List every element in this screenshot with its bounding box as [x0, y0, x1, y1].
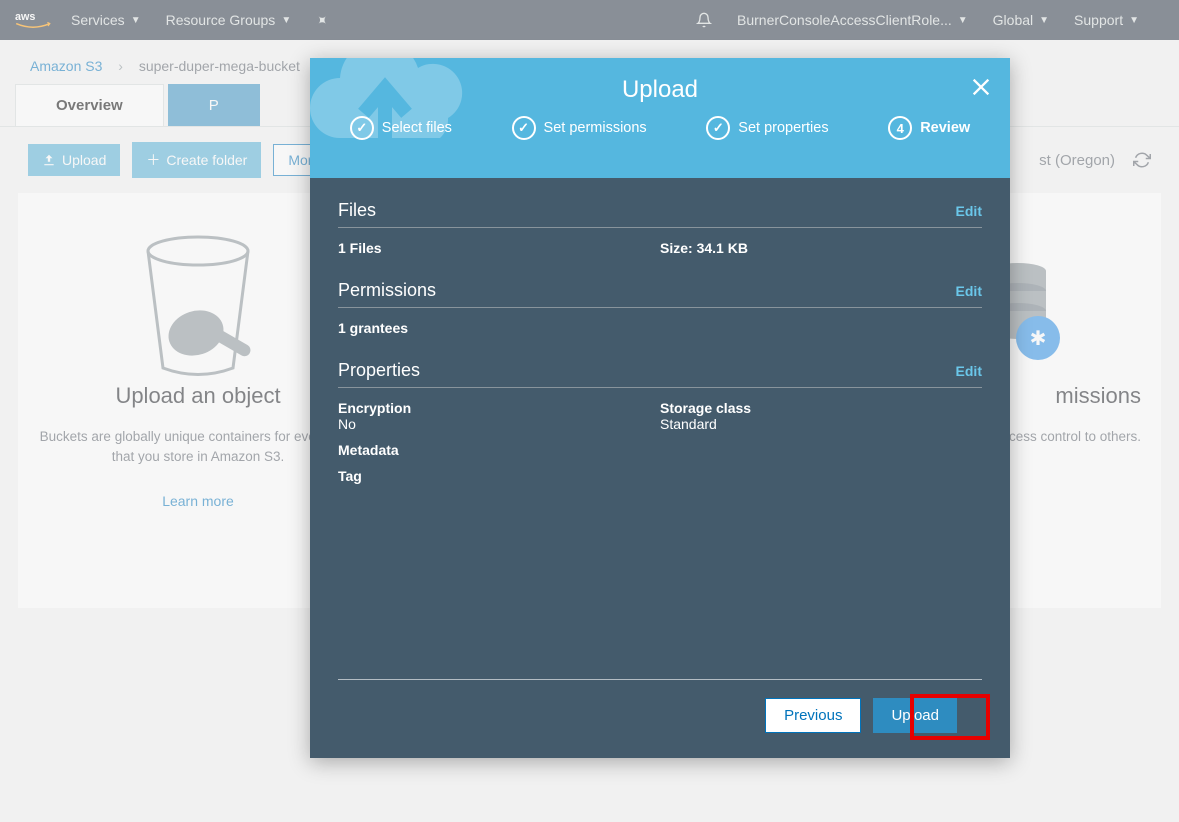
section-files-heading: Files — [338, 200, 376, 221]
previous-button[interactable]: Previous — [765, 698, 861, 733]
edit-properties-link[interactable]: Edit — [956, 363, 982, 379]
step-set-permissions[interactable]: ✓ Set permissions — [512, 116, 647, 140]
modal-title: Upload — [310, 58, 1010, 104]
upload-modal: Upload ✓ Select files ✓ Set permissions … — [310, 58, 1010, 758]
files-size: Size: 34.1 KB — [660, 240, 748, 256]
step-select-files[interactable]: ✓ Select files — [350, 116, 452, 140]
check-icon: ✓ — [706, 116, 730, 140]
encryption-label: Encryption — [338, 400, 660, 416]
storage-class-value: Standard — [660, 416, 982, 432]
edit-permissions-link[interactable]: Edit — [956, 283, 982, 299]
tag-label: Tag — [338, 468, 982, 484]
check-icon: ✓ — [350, 116, 374, 140]
metadata-label: Metadata — [338, 442, 982, 458]
section-properties-heading: Properties — [338, 360, 420, 381]
step-number: 4 — [888, 116, 912, 140]
wizard-steps: ✓ Select files ✓ Set permissions ✓ Set p… — [310, 104, 1010, 140]
section-files: Files Edit 1 Files Size: 34.1 KB — [338, 200, 982, 256]
modal-close-button[interactable] — [970, 76, 992, 103]
grantees-count: 1 grantees — [338, 320, 408, 336]
files-count: 1 Files — [338, 240, 382, 256]
encryption-value: No — [338, 416, 660, 432]
step-set-properties[interactable]: ✓ Set properties — [706, 116, 828, 140]
close-icon — [970, 76, 992, 98]
edit-files-link[interactable]: Edit — [956, 203, 982, 219]
step-label: Set properties — [738, 120, 828, 136]
step-label: Set permissions — [544, 120, 647, 136]
storage-class-label: Storage class — [660, 400, 982, 416]
step-review[interactable]: 4 Review — [888, 116, 970, 140]
modal-header: Upload ✓ Select files ✓ Set permissions … — [310, 58, 1010, 178]
section-permissions: Permissions Edit 1 grantees — [338, 280, 982, 336]
check-icon: ✓ — [512, 116, 536, 140]
step-label: Select files — [382, 120, 452, 136]
upload-confirm-button[interactable]: Upload — [873, 698, 957, 733]
modal-footer: Previous Upload — [338, 679, 982, 758]
section-permissions-heading: Permissions — [338, 280, 436, 301]
section-properties: Properties Edit Encryption No Storage cl… — [338, 360, 982, 484]
modal-body: Files Edit 1 Files Size: 34.1 KB Permiss… — [310, 178, 1010, 679]
step-label: Review — [920, 120, 970, 136]
